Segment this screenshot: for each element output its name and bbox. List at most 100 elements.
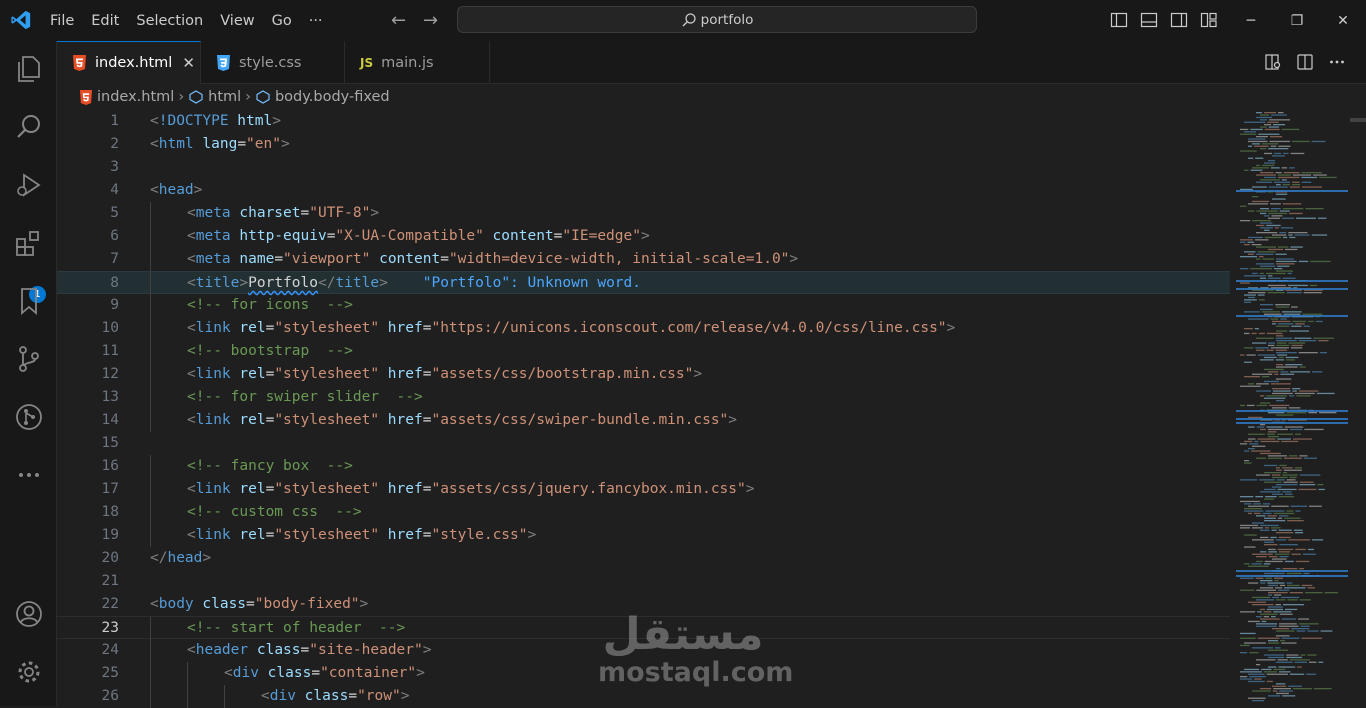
code-line[interactable]: 5 <meta charset="UTF-8">: [57, 202, 1230, 225]
menu-selection[interactable]: Selection: [136, 13, 203, 29]
minimap-line: [1268, 649, 1289, 651]
code-line[interactable]: 7 <meta name="viewport" content="width=de…: [57, 248, 1230, 271]
minimap-highlight: [1236, 280, 1348, 282]
vertical-scrollbar[interactable]: [1350, 110, 1366, 706]
git-graph-icon[interactable]: [13, 401, 45, 433]
minimap-line: [1270, 318, 1279, 320]
menu-go[interactable]: Go: [272, 13, 292, 29]
code-line[interactable]: 21: [57, 570, 1230, 593]
code-line[interactable]: 6 <meta http-equiv="X-UA-Compatible" cont…: [57, 225, 1230, 248]
minimap-line: [1272, 388, 1291, 390]
minimap-line: [1246, 354, 1256, 356]
code-line[interactable]: 8 <title>Portfolo</title> "Portfolo": Unk…: [57, 271, 1230, 295]
customize-layout-icon[interactable]: [1200, 11, 1218, 29]
code-line[interactable]: 1 <!DOCTYPE html>: [57, 110, 1230, 133]
open-preview-icon[interactable]: [1264, 53, 1282, 71]
minimap-line: [1282, 604, 1305, 606]
code-line[interactable]: 20 </head>: [57, 547, 1230, 570]
minimap-line: [1280, 318, 1287, 320]
minimap-line: [1303, 292, 1322, 294]
html-element-icon: [256, 90, 270, 104]
code-line[interactable]: 16 <!-- fancy box -->: [57, 455, 1230, 478]
command-center-search[interactable]: portfolo: [457, 6, 977, 33]
minimap[interactable]: [1236, 110, 1348, 706]
minimap-line: [1290, 347, 1303, 349]
tab-main-js[interactable]: JS main.js: [345, 41, 490, 84]
code-line[interactable]: 2 <html lang="en">: [57, 133, 1230, 156]
code-line[interactable]: 17 <link rel="stylesheet" href="assets/cs…: [57, 478, 1230, 501]
minimap-line: [1270, 145, 1277, 147]
code-line[interactable]: 11 <!-- bootstrap -->: [57, 340, 1230, 363]
minimap-line: [1264, 481, 1282, 483]
toggle-secondary-sidebar-icon[interactable]: [1170, 11, 1188, 29]
code-line[interactable]: 4 <head>: [57, 179, 1230, 202]
menu-edit[interactable]: Edit: [91, 13, 119, 29]
breadcrumb-html[interactable]: html: [208, 89, 241, 105]
minimap-line: [1276, 330, 1288, 332]
extensions-icon[interactable]: [13, 227, 45, 259]
breadcrumb-file[interactable]: index.html: [97, 89, 174, 105]
settings-gear-icon[interactable]: [13, 656, 45, 688]
toggle-primary-sidebar-icon[interactable]: [1110, 11, 1128, 29]
minimap-line: [1292, 390, 1297, 392]
minimize-icon: ─: [1246, 12, 1256, 29]
minimap-line: [1257, 354, 1276, 356]
code-line[interactable]: 10 <link rel="stylesheet" href="https://u…: [57, 317, 1230, 340]
minimap-line: [1252, 342, 1267, 344]
back-arrow-icon[interactable]: ←: [391, 10, 406, 31]
more-actions-icon[interactable]: [1328, 53, 1346, 71]
line-number: 4: [110, 182, 119, 198]
close-window-button[interactable]: ✕: [1320, 0, 1366, 41]
code-line[interactable]: 15: [57, 432, 1230, 455]
menu-file[interactable]: File: [50, 13, 74, 29]
menu-view[interactable]: View: [220, 13, 254, 29]
minimap-line: [1295, 510, 1301, 512]
code-line[interactable]: 18 <!-- custom css -->: [57, 501, 1230, 524]
minimize-button[interactable]: ─: [1228, 0, 1274, 41]
minimap-line: [1282, 236, 1288, 239]
minimap-line: [1299, 599, 1311, 601]
source-control-icon[interactable]: [13, 343, 45, 375]
minimap-line: [1292, 438, 1312, 440]
bookmarks-icon[interactable]: [13, 285, 45, 317]
breadcrumb: index.html › html › body.body-fixed: [57, 84, 1237, 110]
minimap-line: [1260, 580, 1273, 582]
code-line[interactable]: 12 <link rel="stylesheet" href="assets/cs…: [57, 363, 1230, 386]
run-debug-icon[interactable]: [13, 169, 45, 201]
minimap-line: [1267, 292, 1285, 294]
minimap-line: [1256, 404, 1268, 407]
minimap-line: [1283, 172, 1300, 174]
code-line[interactable]: 13 <!-- for swiper slider -->: [57, 386, 1230, 409]
code-text: <title>Portfolo</title> "Portfolo": Unkn…: [187, 275, 641, 291]
minimap-line: [1244, 347, 1254, 349]
code-line[interactable]: 3: [57, 156, 1230, 179]
restore-button[interactable]: ❐: [1274, 0, 1320, 41]
minimap-line: [1252, 272, 1258, 275]
split-editor-icon[interactable]: [1296, 53, 1314, 71]
more-icon[interactable]: [13, 459, 45, 491]
code-line[interactable]: 14 <link rel="stylesheet" href="assets/cs…: [57, 409, 1230, 432]
minimap-line: [1265, 577, 1273, 579]
scroll-thumb[interactable]: [1350, 118, 1366, 122]
minimap-line: [1268, 371, 1279, 373]
code-line[interactable]: 9 <!-- for icons -->: [57, 294, 1230, 317]
minimap-line: [1292, 174, 1312, 176]
account-icon[interactable]: [13, 598, 45, 630]
search-icon[interactable]: [13, 111, 45, 143]
minimap-line: [1288, 395, 1295, 397]
code-line[interactable]: 19 <link rel="stylesheet" href="style.css…: [57, 524, 1230, 547]
forward-arrow-icon[interactable]: →: [423, 10, 438, 31]
minimap-line: [1272, 198, 1286, 200]
breadcrumb-body[interactable]: body.body-fixed: [275, 89, 390, 105]
menu-more[interactable]: ···: [309, 13, 323, 29]
code-text: <div class="container">: [224, 665, 425, 681]
close-tab-icon[interactable]: ✕: [182, 54, 195, 72]
explorer-icon[interactable]: [13, 53, 45, 85]
minimap-line: [1278, 356, 1284, 359]
vscode-logo-icon[interactable]: [10, 9, 32, 31]
minimap-line: [1240, 128, 1249, 131]
minimap-line: [1249, 676, 1266, 678]
toggle-panel-icon[interactable]: [1140, 11, 1158, 29]
tab-style-css[interactable]: style.css: [201, 41, 345, 84]
tab-index-html[interactable]: index.html ✕: [57, 41, 201, 84]
